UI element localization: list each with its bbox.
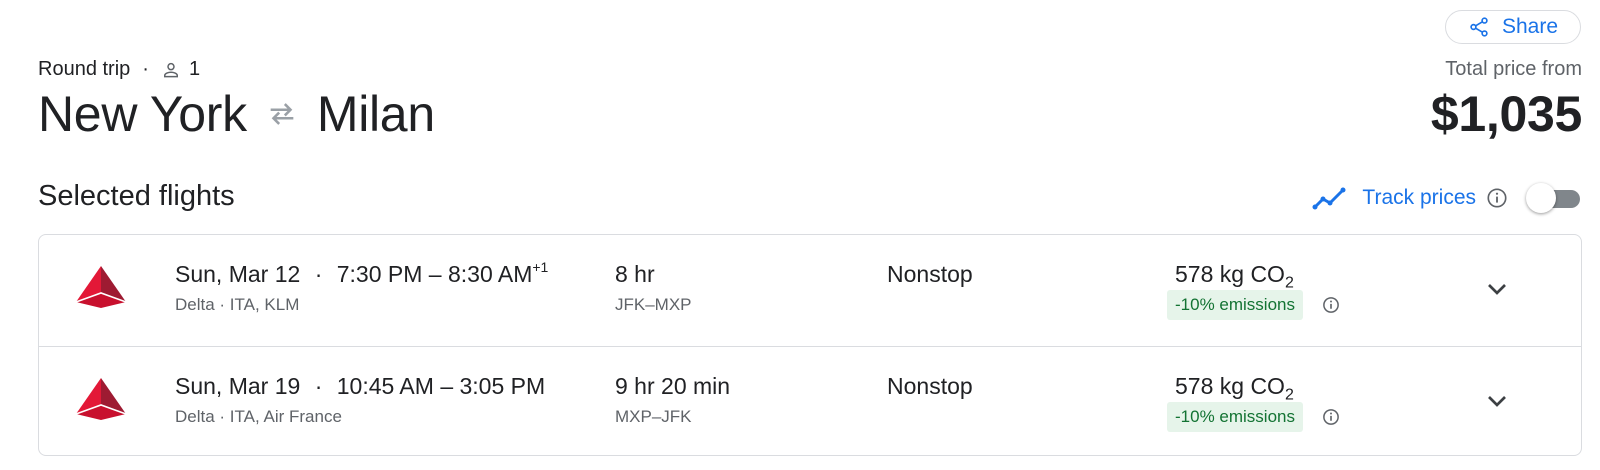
separator-dot: ·	[142, 58, 149, 80]
co2-emissions: 578 kg CO2	[1175, 373, 1294, 405]
co2-value: 578 kg CO	[1175, 373, 1285, 399]
flight-airports: JFK–MXP	[615, 295, 692, 314]
separator-dot: ·	[314, 261, 323, 287]
flight-stops: Nonstop	[887, 261, 973, 287]
destination-city: Milan	[316, 86, 435, 142]
trip-meta: Round trip · 1	[38, 58, 200, 81]
share-icon	[1470, 17, 1488, 37]
total-price-label: Total price from	[1445, 58, 1582, 80]
total-price: $1,035	[1430, 86, 1582, 142]
co2-value: 578 kg CO	[1175, 261, 1285, 287]
flight-time-range: 10:45 AM – 3:05 PM	[336, 373, 546, 399]
flight-stops: Nonstop	[887, 373, 973, 399]
selected-flights-card: Sun, Mar 12 · 7:30 PM – 8:30 AM+1 Delta …	[38, 234, 1582, 456]
flight-times: Sun, Mar 19 · 10:45 AM – 3:05 PM	[175, 373, 545, 400]
flight-duration: 9 hr 20 min	[615, 373, 731, 399]
flight-duration: 8 hr	[615, 261, 655, 287]
emissions-badge: -10% emissions	[1167, 402, 1303, 432]
track-prices-toggle[interactable]	[1526, 180, 1582, 216]
flight-row[interactable]: Sun, Mar 19 · 10:45 AM – 3:05 PM Delta ·…	[39, 346, 1581, 455]
flight-airports: MXP–JFK	[615, 407, 692, 426]
flight-date: Sun, Mar 12	[175, 261, 301, 287]
info-icon[interactable]	[1322, 296, 1340, 314]
delta-logo-icon	[75, 266, 127, 308]
section-title: Selected flights	[38, 180, 235, 212]
trend-icon	[1312, 187, 1346, 210]
chevron-down-icon[interactable]	[1481, 385, 1513, 417]
co2-emissions: 578 kg CO2	[1175, 261, 1294, 293]
info-icon[interactable]	[1322, 408, 1340, 426]
person-icon	[163, 62, 178, 77]
flight-row[interactable]: Sun, Mar 12 · 7:30 PM – 8:30 AM+1 Delta …	[39, 235, 1581, 345]
separator-dot: ·	[314, 373, 323, 399]
origin-city: New York	[38, 86, 247, 142]
airline-names: Delta · ITA, KLM	[175, 295, 300, 314]
flight-time-range: 7:30 PM – 8:30 AM	[336, 261, 533, 287]
airline-names: Delta · ITA, Air France	[175, 407, 342, 426]
flight-date: Sun, Mar 19	[175, 373, 301, 399]
share-button[interactable]: Share	[1445, 10, 1581, 44]
day-offset: +1	[532, 259, 549, 275]
round-trip-arrows-icon	[270, 103, 294, 125]
flight-times: Sun, Mar 12 · 7:30 PM – 8:30 AM+1	[175, 259, 549, 288]
info-icon[interactable]	[1486, 187, 1508, 209]
route-title: New York Milan	[38, 84, 435, 144]
track-prices-label[interactable]: Track prices	[1362, 186, 1476, 210]
share-label: Share	[1501, 15, 1559, 38]
chevron-down-icon[interactable]	[1481, 273, 1513, 305]
emissions-badge: -10% emissions	[1167, 290, 1303, 320]
trip-type: Round trip	[38, 58, 131, 80]
passenger-count: 1	[188, 58, 201, 80]
toggle-knob	[1526, 183, 1556, 213]
track-prices: Track prices	[1312, 180, 1582, 216]
delta-logo-icon	[75, 378, 127, 420]
